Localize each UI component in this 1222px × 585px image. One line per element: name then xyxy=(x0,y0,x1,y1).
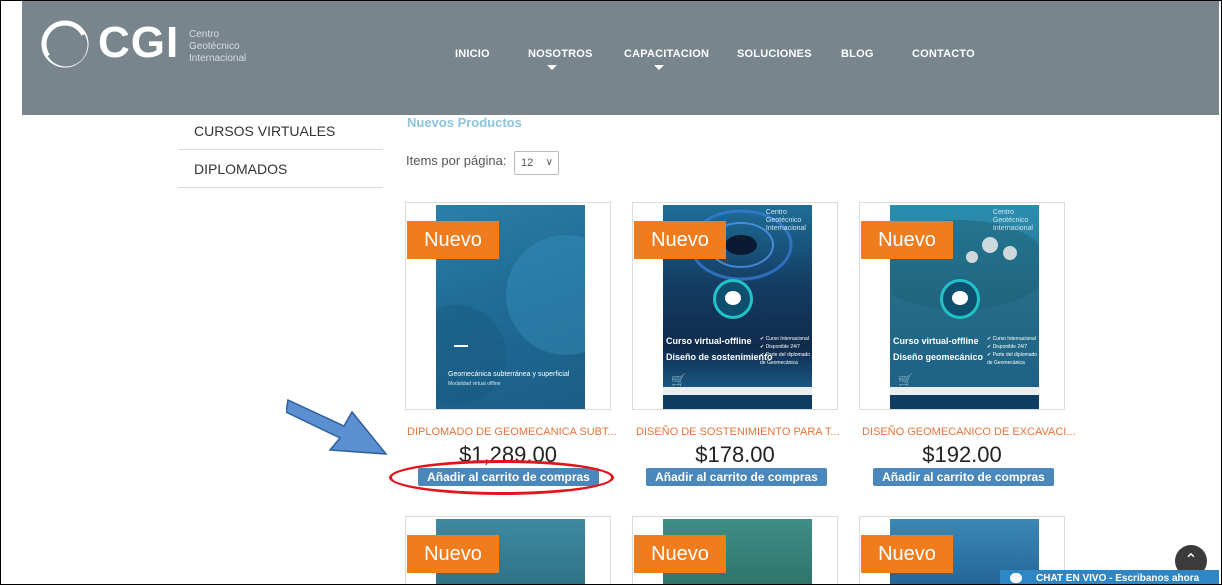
product-card-1[interactable]: Geomecánica subterránea y superficial Mo… xyxy=(405,202,611,410)
cover-footer xyxy=(663,395,812,409)
cart-icon: 🛒 xyxy=(671,373,686,387)
chevron-down-icon: ∨ xyxy=(545,157,553,168)
product-card-2[interactable]: Centro Geotécnico Internacional Curso virt… xyxy=(632,202,838,410)
logo-mark-icon xyxy=(41,20,89,68)
nav-soluciones[interactable]: SOLUCIONES xyxy=(737,48,812,60)
sidebar-item-diplomados[interactable]: DIPLOMADOS xyxy=(178,150,383,188)
nosotros-caret-icon[interactable] xyxy=(547,65,557,70)
cover-text-1a: Geomecánica subterránea y superficial xyxy=(448,371,570,378)
cover-brand-3: Centro Geotécnico Internacional xyxy=(992,209,1033,232)
product-card-5[interactable]: Nuevo xyxy=(632,516,838,584)
product-card-3[interactable]: Centro Geotécnico Internacional Curso virt… xyxy=(859,202,1065,410)
product-title-1[interactable]: DIPLOMADO DE GEOMECANICA SUBT... xyxy=(407,426,617,438)
nav-inicio[interactable]: INICIO xyxy=(455,48,490,60)
cover-text-1b: Modalidad virtual offline xyxy=(448,381,501,387)
cover-band xyxy=(663,387,812,395)
nav-capacitacion[interactable]: CAPACITACION xyxy=(624,48,709,60)
nav-nosotros[interactable]: NOSOTROS xyxy=(528,48,593,60)
nav-blog[interactable]: BLOG xyxy=(841,48,874,60)
items-per-page-select[interactable]: 12 ∨ xyxy=(514,151,559,175)
cart-icon: 🛒 xyxy=(898,373,913,387)
chevron-up-icon: ⌃ xyxy=(1184,552,1198,569)
new-badge-4: Nuevo xyxy=(407,535,499,573)
sidebar-item-cursos-virtuales[interactable]: CURSOS VIRTUALES xyxy=(178,112,383,150)
cover-text-3b: Diseño geomecánico xyxy=(893,352,984,362)
cover-band xyxy=(890,387,1039,395)
product-card-4[interactable]: Nuevo xyxy=(405,516,611,584)
nav-contacto[interactable]: CONTACTO xyxy=(912,48,975,60)
product-price-1: $1,289.00 xyxy=(459,442,557,467)
new-badge-6: Nuevo xyxy=(861,535,953,573)
cover-bullets-3: ✔ Curso Internacional ✔ Disponible 24/7 ✔ … xyxy=(987,336,1038,366)
product-price-3: $192.00 xyxy=(922,442,1002,467)
product-title-3[interactable]: DISEÑO GEOMECANICO DE EXCAVACI... xyxy=(862,426,1076,438)
pointer-arrow-icon xyxy=(286,398,388,455)
logo-brand[interactable]: CGI xyxy=(98,19,179,67)
logo-subtitle: Centro Geotécnico Internacional xyxy=(189,29,247,64)
add-to-cart-button-2[interactable]: Añadir al carrito de compras xyxy=(646,468,827,486)
cover-footer xyxy=(890,395,1039,409)
cover-bullets-2: ✔ Curso Internacional ✔ Disponible 24/7 ✔ … xyxy=(760,336,811,366)
new-badge-3: Nuevo xyxy=(861,221,953,259)
cover-brand-2: Centro Geotécnico Internacional xyxy=(765,209,806,232)
new-badge-5: Nuevo xyxy=(634,535,726,573)
site-header: CGI Centro Geotécnico Internacional INIC… xyxy=(22,1,1219,115)
add-to-cart-button-1[interactable]: Añadir al carrito de compras xyxy=(418,468,599,486)
chat-label: CHAT EN VIVO - Escribanos ahora xyxy=(1036,573,1200,584)
items-per-page-label: Items por página: xyxy=(406,153,507,168)
product-price-2: $178.00 xyxy=(695,442,775,467)
capacitacion-caret-icon[interactable] xyxy=(654,65,664,70)
helmet-circle-icon xyxy=(713,279,753,319)
product-title-2[interactable]: DISEÑO DE SOSTENIMIENTO PARA T... xyxy=(636,426,840,438)
cover-text-2a: Curso virtual-offline xyxy=(666,336,752,346)
cover-text-3a: Curso virtual-offline xyxy=(893,336,979,346)
live-chat-bar[interactable]: CHAT EN VIVO - Escribanos ahora xyxy=(1000,570,1219,584)
add-to-cart-button-3[interactable]: Añadir al carrito de compras xyxy=(873,468,1054,486)
items-per-page-value: 12 xyxy=(521,157,534,169)
chat-bubble-icon xyxy=(1010,573,1022,583)
cover-text-2b: Diseño de sostenimiento xyxy=(666,352,773,362)
helmet-circle-icon xyxy=(940,279,980,319)
new-badge-2: Nuevo xyxy=(634,221,726,259)
section-title: Nuevos Productos xyxy=(407,115,522,130)
new-badge-1: Nuevo xyxy=(407,221,499,259)
browser-viewport: CGI Centro Geotécnico Internacional INIC… xyxy=(0,0,1222,585)
